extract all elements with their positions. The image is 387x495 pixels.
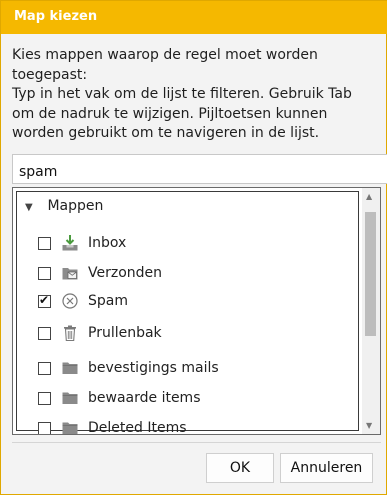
list-item-spam[interactable]: Spam xyxy=(38,290,128,312)
scroll-up-arrow-icon[interactable]: ▲ xyxy=(366,192,372,201)
folder-label: Spam xyxy=(88,293,128,309)
folder-label: bevestigings mails xyxy=(88,360,219,376)
checkbox-prullenbak[interactable] xyxy=(38,326,51,340)
instruction-line: worden gebruikt om te navigeren in de li… xyxy=(12,125,320,141)
list-item-prullenbak[interactable]: Prullenbak xyxy=(38,322,162,344)
checkbox-spam[interactable] xyxy=(38,293,51,308)
list-item-verzonden[interactable]: Verzonden xyxy=(38,262,162,284)
folder-label: Verzonden xyxy=(88,265,163,281)
map-kiezen-dialog: Map kiezen Kies mappen waarop de regel m… xyxy=(0,0,387,495)
instruction-line: Kies mappen waarop de regel moet worden xyxy=(12,47,318,63)
folder-icon xyxy=(61,389,79,407)
checkbox-bewaarde-items[interactable] xyxy=(38,391,51,405)
checkbox-bevestigings-mails[interactable] xyxy=(38,361,51,375)
dialog-title: Map kiezen xyxy=(14,9,98,24)
list-item-deleted-items[interactable]: Deleted Items xyxy=(38,417,187,435)
group-mappen[interactable]: ▼ Mappen xyxy=(25,198,103,218)
spam-icon xyxy=(61,292,79,310)
folder-list[interactable]: ▼ Mappen Inbox Verzonden ✔ Spam Prullenb… xyxy=(12,187,381,435)
folder-label: Inbox xyxy=(88,235,127,251)
scroll-down-arrow-icon[interactable]: ▼ xyxy=(366,421,372,430)
folder-icon xyxy=(61,359,79,377)
ok-button[interactable]: OK xyxy=(206,453,274,483)
collapse-triangle-icon[interactable]: ▼ xyxy=(25,202,35,213)
checkbox-deleted-items[interactable] xyxy=(38,421,51,434)
list-item-bevestigings-mails[interactable]: bevestigings mails xyxy=(38,357,219,379)
instruction-line: om de nadruk te wijzigen. Pijltoetsen ku… xyxy=(12,105,328,122)
footer-divider xyxy=(12,442,381,443)
instruction-line: Typ in het vak om de lijst te filteren. … xyxy=(12,86,352,102)
sent-folder-icon xyxy=(61,264,79,282)
folder-filter-input[interactable] xyxy=(12,154,387,184)
checkbox-inbox[interactable] xyxy=(38,236,51,250)
cancel-button[interactable]: Annuleren xyxy=(280,453,373,483)
folder-icon xyxy=(61,419,79,434)
folder-label: Deleted Items xyxy=(88,420,187,435)
checkbox-verzonden[interactable] xyxy=(38,266,51,280)
titlebar: Map kiezen xyxy=(1,1,387,34)
trash-icon xyxy=(61,324,79,342)
folder-label: bewaarde items xyxy=(88,390,201,406)
vertical-scrollbar[interactable]: ▲ ▼ xyxy=(362,188,380,434)
instruction-line: toegepast: xyxy=(12,66,88,83)
scroll-thumb[interactable] xyxy=(365,212,376,336)
group-label: Mappen xyxy=(47,198,104,214)
list-item-inbox[interactable]: Inbox xyxy=(38,232,126,254)
instructions: Kies mappen waarop de regel moet worden … xyxy=(12,46,382,144)
folder-label: Prullenbak xyxy=(88,325,162,341)
list-item-bewaarde-items[interactable]: bewaarde items xyxy=(38,387,201,409)
inbox-icon xyxy=(61,234,79,252)
